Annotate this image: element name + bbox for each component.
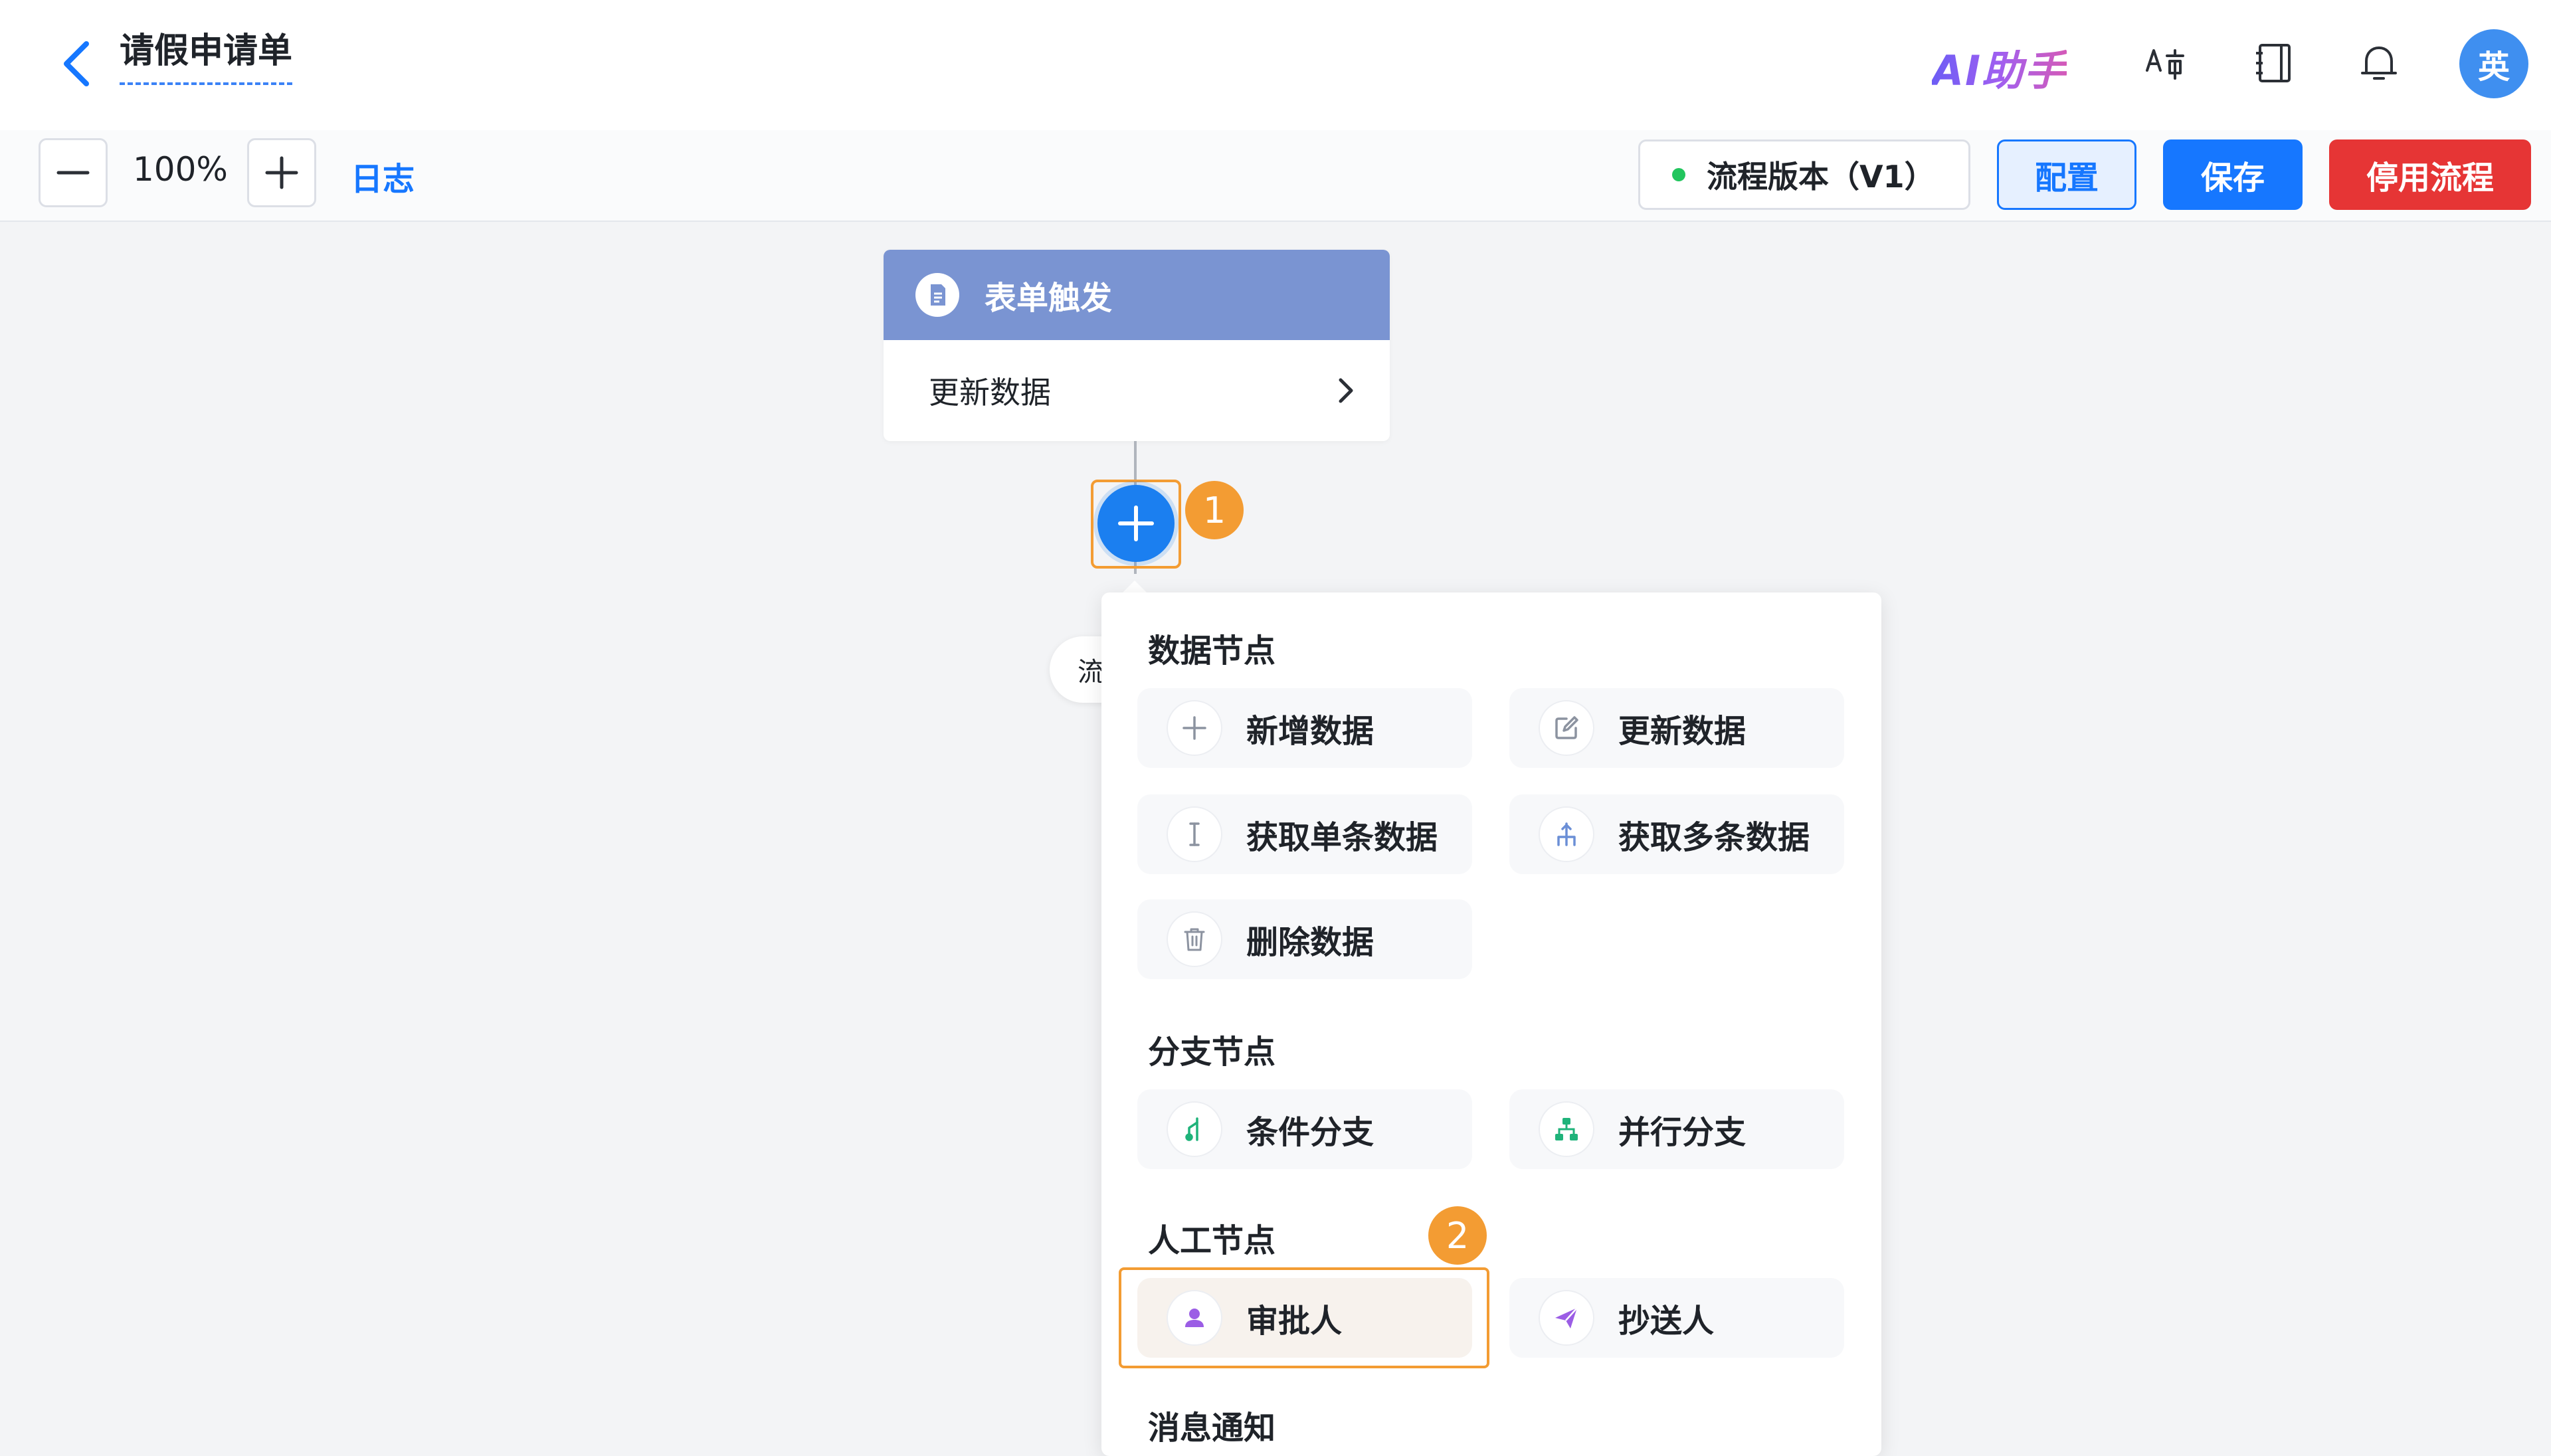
version-selector[interactable]: 流程版本（V1） bbox=[1638, 139, 1970, 210]
node-item-get-multiple-data[interactable]: 获取多条数据 bbox=[1509, 794, 1844, 874]
trigger-node-title: 表单触发 bbox=[985, 280, 1113, 317]
node-item-approver[interactable]: 审批人 bbox=[1137, 1278, 1472, 1358]
send-icon bbox=[1539, 1290, 1594, 1346]
section-title-data: 数据节点 bbox=[1148, 632, 1276, 670]
section-title-notification: 消息通知 bbox=[1148, 1410, 1276, 1447]
chevron-right-icon bbox=[1339, 378, 1353, 403]
add-node-button[interactable] bbox=[1097, 485, 1175, 562]
trigger-action-row[interactable]: 更新数据 bbox=[884, 340, 1390, 441]
node-item-cc[interactable]: 抄送人 bbox=[1509, 1278, 1844, 1358]
bell-icon[interactable] bbox=[2357, 41, 2401, 85]
save-button[interactable]: 保存 bbox=[2163, 139, 2303, 210]
log-link[interactable]: 日志 bbox=[351, 153, 415, 199]
step-marker-2: 2 bbox=[1428, 1206, 1487, 1265]
trigger-action-label: 更新数据 bbox=[929, 375, 1051, 410]
node-item-get-single-data[interactable]: 获取单条数据 bbox=[1137, 794, 1472, 874]
node-item-label: 删除数据 bbox=[1246, 924, 1374, 961]
node-item-label: 新增数据 bbox=[1246, 713, 1374, 750]
version-label: 流程版本（V1） bbox=[1707, 159, 1935, 195]
trash-icon bbox=[1167, 911, 1222, 967]
back-button[interactable] bbox=[57, 39, 97, 89]
edit-icon bbox=[1539, 700, 1594, 756]
notebook-icon[interactable] bbox=[2253, 41, 2297, 85]
minus-icon bbox=[56, 171, 90, 175]
chevron-left-icon bbox=[64, 41, 89, 86]
step-marker-1: 1 bbox=[1185, 481, 1244, 539]
version-status-dot bbox=[1672, 168, 1685, 181]
node-item-update-data[interactable]: 更新数据 bbox=[1509, 688, 1844, 768]
parallel-branch-icon bbox=[1539, 1101, 1594, 1157]
trigger-node-card[interactable]: 表单触发 更新数据 bbox=[884, 250, 1390, 441]
page-title[interactable]: 请假申请单 bbox=[120, 29, 293, 85]
node-item-condition-branch[interactable]: 条件分支 bbox=[1137, 1089, 1472, 1169]
node-item-label: 审批人 bbox=[1246, 1303, 1343, 1340]
multi-record-icon bbox=[1539, 806, 1594, 862]
trigger-node-header: 表单触发 bbox=[884, 250, 1390, 340]
section-title-manual: 人工节点 bbox=[1148, 1222, 1276, 1259]
node-item-label: 抄送人 bbox=[1618, 1303, 1715, 1340]
plus-icon bbox=[265, 156, 298, 189]
node-item-label: 获取单条数据 bbox=[1246, 819, 1438, 856]
zoom-out-button[interactable] bbox=[39, 138, 108, 207]
node-item-parallel-branch[interactable]: 并行分支 bbox=[1509, 1089, 1844, 1169]
app-header: 请假申请单 AI助手 英 bbox=[0, 0, 2551, 130]
node-item-delete-data[interactable]: 删除数据 bbox=[1137, 899, 1472, 979]
user-icon bbox=[1167, 1290, 1222, 1346]
config-button[interactable]: 配置 bbox=[1997, 139, 2136, 210]
node-item-add-data[interactable]: 新增数据 bbox=[1137, 688, 1472, 768]
node-item-label: 并行分支 bbox=[1618, 1114, 1747, 1151]
node-item-label: 更新数据 bbox=[1618, 713, 1747, 750]
section-title-branch: 分支节点 bbox=[1148, 1034, 1276, 1071]
document-icon bbox=[915, 273, 959, 317]
hidden-node-text: 流 bbox=[1078, 657, 1104, 687]
disable-flow-button[interactable]: 停用流程 bbox=[2329, 139, 2531, 210]
node-item-label: 获取多条数据 bbox=[1618, 819, 1810, 856]
user-avatar[interactable]: 英 bbox=[2459, 29, 2528, 98]
plus-icon bbox=[1167, 700, 1222, 756]
zoom-in-button[interactable] bbox=[247, 138, 316, 207]
single-record-icon bbox=[1167, 806, 1222, 862]
translate-icon[interactable] bbox=[2143, 41, 2187, 85]
toolbar: 100% 日志 流程版本（V1） 配置 保存 停用流程 bbox=[0, 130, 2551, 222]
branch-icon bbox=[1167, 1101, 1222, 1157]
ai-assistant-button[interactable]: AI助手 bbox=[1932, 37, 2067, 97]
node-item-label: 条件分支 bbox=[1246, 1114, 1374, 1151]
plus-icon bbox=[1118, 505, 1154, 541]
zoom-level: 100% bbox=[133, 150, 228, 189]
